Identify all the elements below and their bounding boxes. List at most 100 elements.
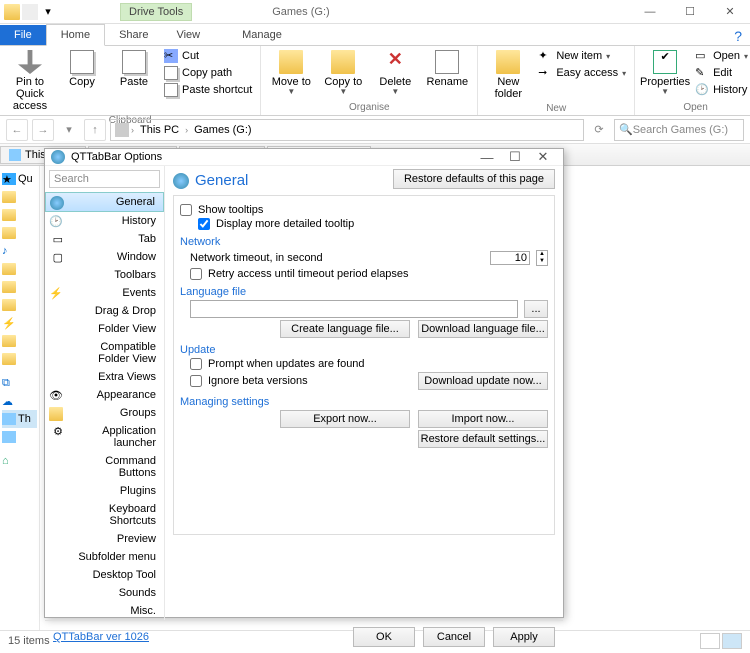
download-update-button[interactable]: Download update now...: [418, 372, 548, 390]
drive-icon: [115, 123, 129, 137]
detailed-tooltip-checkbox[interactable]: [198, 218, 210, 230]
show-tooltips-checkbox[interactable]: [180, 204, 192, 216]
dialog-search-input[interactable]: Search: [49, 170, 160, 188]
dialog-footer: QTTabBar ver 1026 OK Cancel Apply: [45, 620, 563, 653]
create-lang-button[interactable]: Create language file...: [280, 320, 410, 338]
history-dropdown[interactable]: ▾: [58, 119, 80, 141]
nav-preview[interactable]: Preview: [45, 530, 164, 548]
nav-compat[interactable]: Compatible Folder View: [45, 338, 164, 368]
help-icon[interactable]: ?: [734, 28, 742, 44]
dialog-content: General Restore defaults of this page Sh…: [165, 166, 563, 620]
nav-shortcuts[interactable]: Keyboard Shortcuts: [45, 500, 164, 530]
new-folder-button[interactable]: New folder: [484, 48, 532, 102]
version-link[interactable]: QTTabBar ver 1026: [53, 631, 149, 643]
restore-settings-button[interactable]: Restore default settings...: [418, 430, 548, 448]
qat-save-icon[interactable]: [22, 4, 38, 20]
nav-folderview[interactable]: Folder View: [45, 320, 164, 338]
tab-view[interactable]: View: [162, 25, 214, 45]
import-button[interactable]: Import now...: [418, 410, 548, 428]
new-item-button[interactable]: ✦New item▾: [536, 48, 628, 64]
nav-dragdrop[interactable]: Drag & Drop: [45, 302, 164, 320]
rename-button[interactable]: Rename: [423, 48, 471, 99]
nav-tree[interactable]: ★Qu ♪ ⚡ ⧉ ☁ Th ⌂: [0, 166, 40, 630]
timeout-spinner[interactable]: ▲▼: [536, 250, 548, 266]
tree-this-pc[interactable]: Th: [2, 410, 37, 428]
group-open: ✔Properties▼ ▭Open▾ ✎Edit 🕑History Open: [635, 46, 750, 115]
timeout-input[interactable]: [490, 251, 530, 265]
tab-share[interactable]: Share: [105, 25, 162, 45]
minimize-button[interactable]: —: [630, 0, 670, 24]
nav-plugins[interactable]: Plugins: [45, 482, 164, 500]
maximize-button[interactable]: ☐: [670, 0, 710, 24]
nav-history[interactable]: 🕑History: [45, 212, 164, 230]
dialog-minimize-button[interactable]: —: [473, 150, 501, 165]
nav-window[interactable]: ▢Window: [45, 248, 164, 266]
lang-file-input[interactable]: [190, 300, 518, 318]
paste-shortcut-button[interactable]: Paste shortcut: [162, 82, 254, 98]
ignore-beta-checkbox[interactable]: [190, 375, 202, 387]
dialog-icon: [51, 150, 65, 164]
dialog-close-button[interactable]: ✕: [529, 149, 557, 165]
item-count: 15 items: [8, 635, 50, 647]
view-icons-button[interactable]: [722, 633, 742, 649]
nav-desktop[interactable]: Desktop Tool: [45, 566, 164, 584]
search-input[interactable]: 🔍 Search Games (G:): [614, 119, 744, 141]
nav-launcher[interactable]: ⚙Application launcher: [45, 422, 164, 452]
view-details-button[interactable]: [700, 633, 720, 649]
nav-groups[interactable]: Groups: [45, 404, 164, 422]
cut-button[interactable]: ✂Cut: [162, 48, 254, 64]
back-button[interactable]: ←: [6, 119, 28, 141]
nav-subfolder[interactable]: Subfolder menu: [45, 548, 164, 566]
tab-file[interactable]: File: [0, 25, 46, 45]
nav-appearance[interactable]: 👁Appearance: [45, 386, 164, 404]
ok-button[interactable]: OK: [353, 627, 415, 647]
prompt-updates-checkbox[interactable]: [190, 358, 202, 370]
address-bar: ← → ▾ ↑ › This PC › Games (G:) ⟳ 🔍 Searc…: [0, 116, 750, 144]
copy-path-button[interactable]: Copy path: [162, 65, 254, 81]
download-lang-button[interactable]: Download language file...: [418, 320, 548, 338]
edit-button[interactable]: ✎Edit: [693, 65, 750, 81]
window-titlebar: ▾ Drive Tools Games (G:) — ☐ ✕: [0, 0, 750, 24]
qat-dropdown-icon[interactable]: ▾: [40, 4, 56, 20]
restore-defaults-button[interactable]: Restore defaults of this page: [393, 169, 555, 189]
nav-events[interactable]: ⚡Events: [45, 284, 164, 302]
cancel-button[interactable]: Cancel: [423, 627, 485, 647]
up-button[interactable]: ↑: [84, 119, 106, 141]
retry-checkbox[interactable]: [190, 268, 202, 280]
copy-to-button[interactable]: Copy to▼: [319, 48, 367, 99]
properties-button[interactable]: ✔Properties▼: [641, 48, 689, 99]
breadcrumb[interactable]: › This PC › Games (G:): [110, 119, 584, 141]
move-to-button[interactable]: Move to▼: [267, 48, 315, 99]
tab-manage[interactable]: Manage: [228, 25, 296, 45]
export-button[interactable]: Export now...: [280, 410, 410, 428]
nav-general[interactable]: General: [45, 192, 164, 212]
group-organise: Move to▼ Copy to▼ ✕Delete▼ Rename Organi…: [261, 46, 478, 115]
apply-button[interactable]: Apply: [493, 627, 555, 647]
dialog-titlebar: QTTabBar Options — ☐ ✕: [45, 149, 563, 166]
nav-sounds[interactable]: Sounds: [45, 584, 164, 602]
nav-toolbars[interactable]: Toolbars: [45, 266, 164, 284]
browse-button[interactable]: ...: [524, 300, 548, 318]
close-button[interactable]: ✕: [710, 0, 750, 24]
refresh-button[interactable]: ⟳: [588, 119, 610, 141]
paste-button[interactable]: Paste: [110, 48, 158, 114]
nav-misc[interactable]: Misc.: [45, 602, 164, 620]
ribbon-tabs: File Home Share View Manage: [0, 24, 750, 46]
nav-tab[interactable]: ▭Tab: [45, 230, 164, 248]
nav-cmdbtn[interactable]: Command Buttons: [45, 452, 164, 482]
pin-button[interactable]: Pin to Quick access: [6, 48, 54, 114]
delete-button[interactable]: ✕Delete▼: [371, 48, 419, 99]
forward-button[interactable]: →: [32, 119, 54, 141]
contextual-tab-label: Drive Tools: [120, 3, 192, 21]
history-button[interactable]: 🕑History: [693, 82, 750, 98]
group-new: New folder ✦New item▾ ⭢Easy access▾ New: [478, 46, 635, 115]
dialog-nav: Search General 🕑History ▭Tab ▢Window Too…: [45, 166, 165, 620]
copy-button[interactable]: Copy: [58, 48, 106, 114]
dialog-maximize-button[interactable]: ☐: [501, 149, 529, 165]
nav-extra[interactable]: Extra Views: [45, 368, 164, 386]
tab-home[interactable]: Home: [46, 24, 105, 46]
easy-access-button[interactable]: ⭢Easy access▾: [536, 65, 628, 81]
ribbon: Pin to Quick access Copy Paste ✂Cut Copy…: [0, 46, 750, 116]
app-icon: [4, 4, 20, 20]
open-button[interactable]: ▭Open▾: [693, 48, 750, 64]
